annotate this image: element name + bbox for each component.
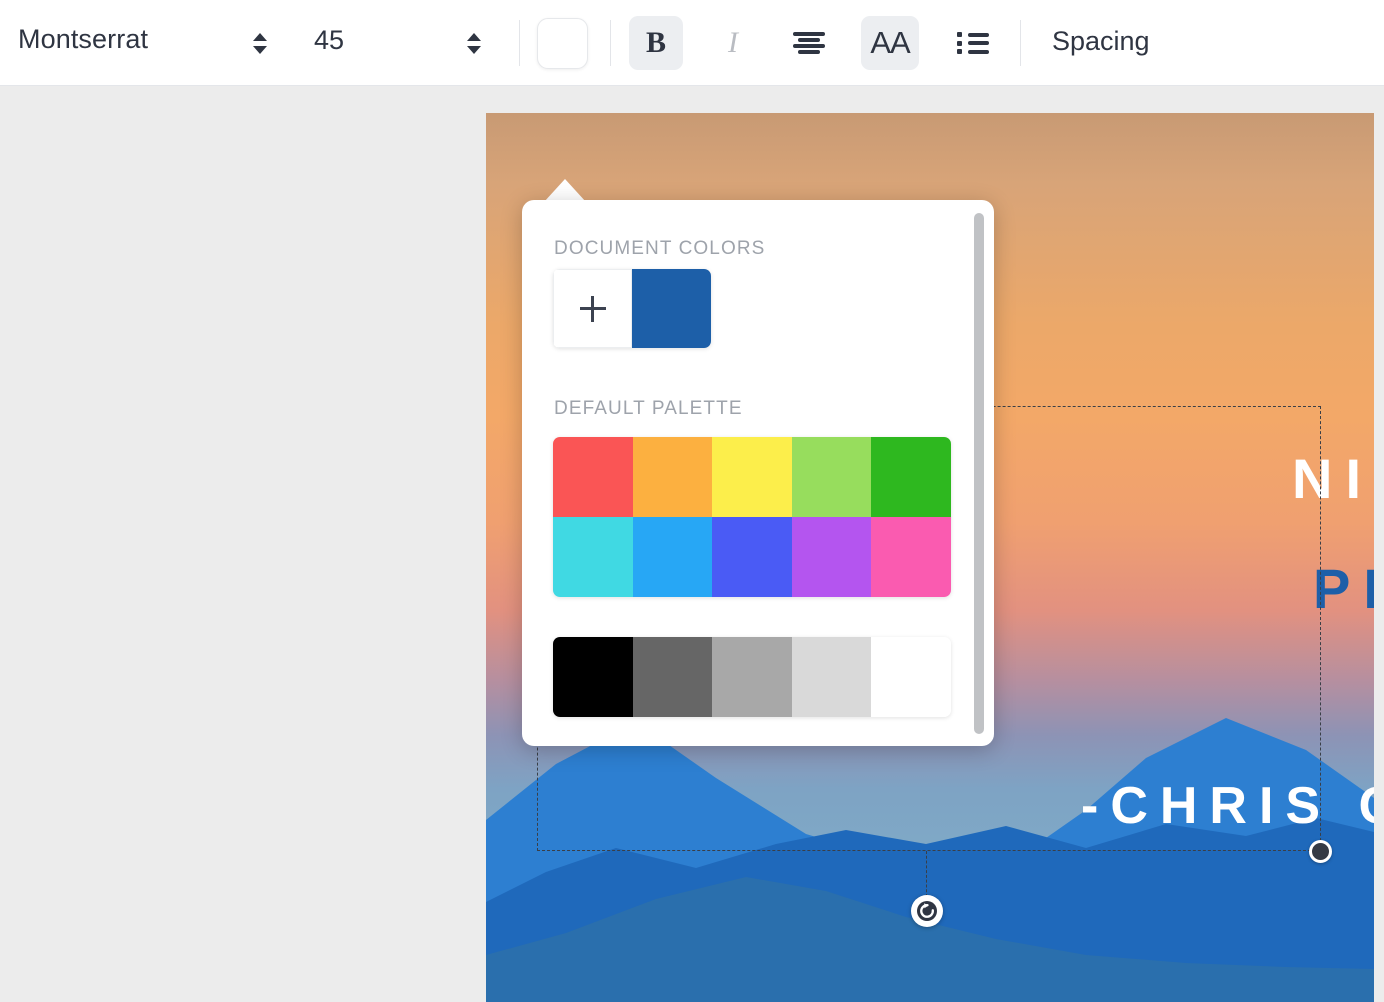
bullet-list-icon bbox=[957, 32, 989, 54]
color-picker-popup[interactable]: DOCUMENT COLORS DEFAULT PALETTE bbox=[522, 200, 994, 746]
rotate-handle[interactable] bbox=[911, 895, 943, 927]
palette-swatch[interactable] bbox=[633, 437, 713, 517]
palette-swatch[interactable] bbox=[792, 517, 872, 597]
palette-swatch[interactable] bbox=[792, 437, 872, 517]
palette-swatch[interactable] bbox=[712, 517, 792, 597]
grayscale-swatch[interactable] bbox=[712, 637, 792, 717]
resize-handle[interactable] bbox=[1309, 840, 1332, 863]
palette-swatch[interactable] bbox=[553, 517, 633, 597]
toolbar-divider bbox=[610, 20, 611, 66]
plus-icon bbox=[580, 296, 606, 322]
chevron-up-icon[interactable] bbox=[253, 33, 267, 41]
canvas-text-attribution[interactable]: -CHRIS GROSSER bbox=[1081, 776, 1374, 836]
bold-icon: B bbox=[646, 26, 666, 60]
font-family-stepper[interactable] bbox=[252, 26, 268, 60]
toolbar-divider bbox=[1020, 20, 1021, 66]
add-color-button[interactable] bbox=[553, 269, 632, 348]
grayscale-palette-swatches bbox=[553, 637, 951, 717]
grayscale-swatch[interactable] bbox=[871, 637, 951, 717]
align-center-icon bbox=[793, 32, 825, 54]
spacing-button[interactable]: Spacing bbox=[1052, 26, 1150, 57]
palette-swatch[interactable] bbox=[633, 517, 713, 597]
toolbar-divider bbox=[519, 20, 520, 66]
italic-icon: I bbox=[728, 26, 738, 60]
font-family-value[interactable]: Montserrat bbox=[18, 24, 148, 55]
app-root: Montserrat 45 B I AA bbox=[0, 0, 1384, 1002]
grayscale-swatch[interactable] bbox=[792, 637, 872, 717]
chevron-down-icon[interactable] bbox=[467, 46, 481, 54]
canvas-text-line-1[interactable]: NITIES bbox=[1292, 446, 1374, 511]
text-color-button[interactable] bbox=[537, 18, 588, 69]
font-size-value[interactable]: 45 bbox=[314, 25, 344, 56]
font-size-stepper[interactable] bbox=[466, 26, 482, 60]
default-palette-swatches bbox=[553, 437, 951, 597]
popup-scrollbar[interactable] bbox=[974, 213, 984, 734]
grayscale-swatch[interactable] bbox=[553, 637, 633, 717]
rotate-icon bbox=[915, 899, 939, 923]
letter-case-button[interactable]: AA bbox=[861, 16, 919, 70]
align-button[interactable] bbox=[782, 16, 836, 70]
italic-button[interactable]: I bbox=[706, 16, 760, 70]
palette-swatch[interactable] bbox=[871, 437, 951, 517]
chevron-up-icon[interactable] bbox=[467, 33, 481, 41]
canvas-text-line-2[interactable]: PPEN. bbox=[1313, 556, 1374, 621]
palette-swatch[interactable] bbox=[553, 437, 633, 517]
letter-case-icon: AA bbox=[870, 25, 909, 61]
grayscale-swatch[interactable] bbox=[633, 637, 713, 717]
document-color-swatch[interactable] bbox=[632, 269, 711, 348]
palette-swatch[interactable] bbox=[871, 517, 951, 597]
editor-workspace: NITIES PPEN. ETHEM. -CHRIS GROSSER DOCUM… bbox=[0, 86, 1384, 1002]
document-colors-swatches bbox=[553, 269, 711, 348]
bullet-list-button[interactable] bbox=[946, 16, 1000, 70]
chevron-down-icon[interactable] bbox=[253, 46, 267, 54]
rotate-connector bbox=[926, 851, 927, 897]
default-palette-label: DEFAULT PALETTE bbox=[554, 398, 743, 420]
palette-swatch[interactable] bbox=[712, 437, 792, 517]
bold-button[interactable]: B bbox=[629, 16, 683, 70]
text-format-toolbar: Montserrat 45 B I AA bbox=[0, 0, 1384, 86]
document-colors-label: DOCUMENT COLORS bbox=[554, 238, 765, 260]
